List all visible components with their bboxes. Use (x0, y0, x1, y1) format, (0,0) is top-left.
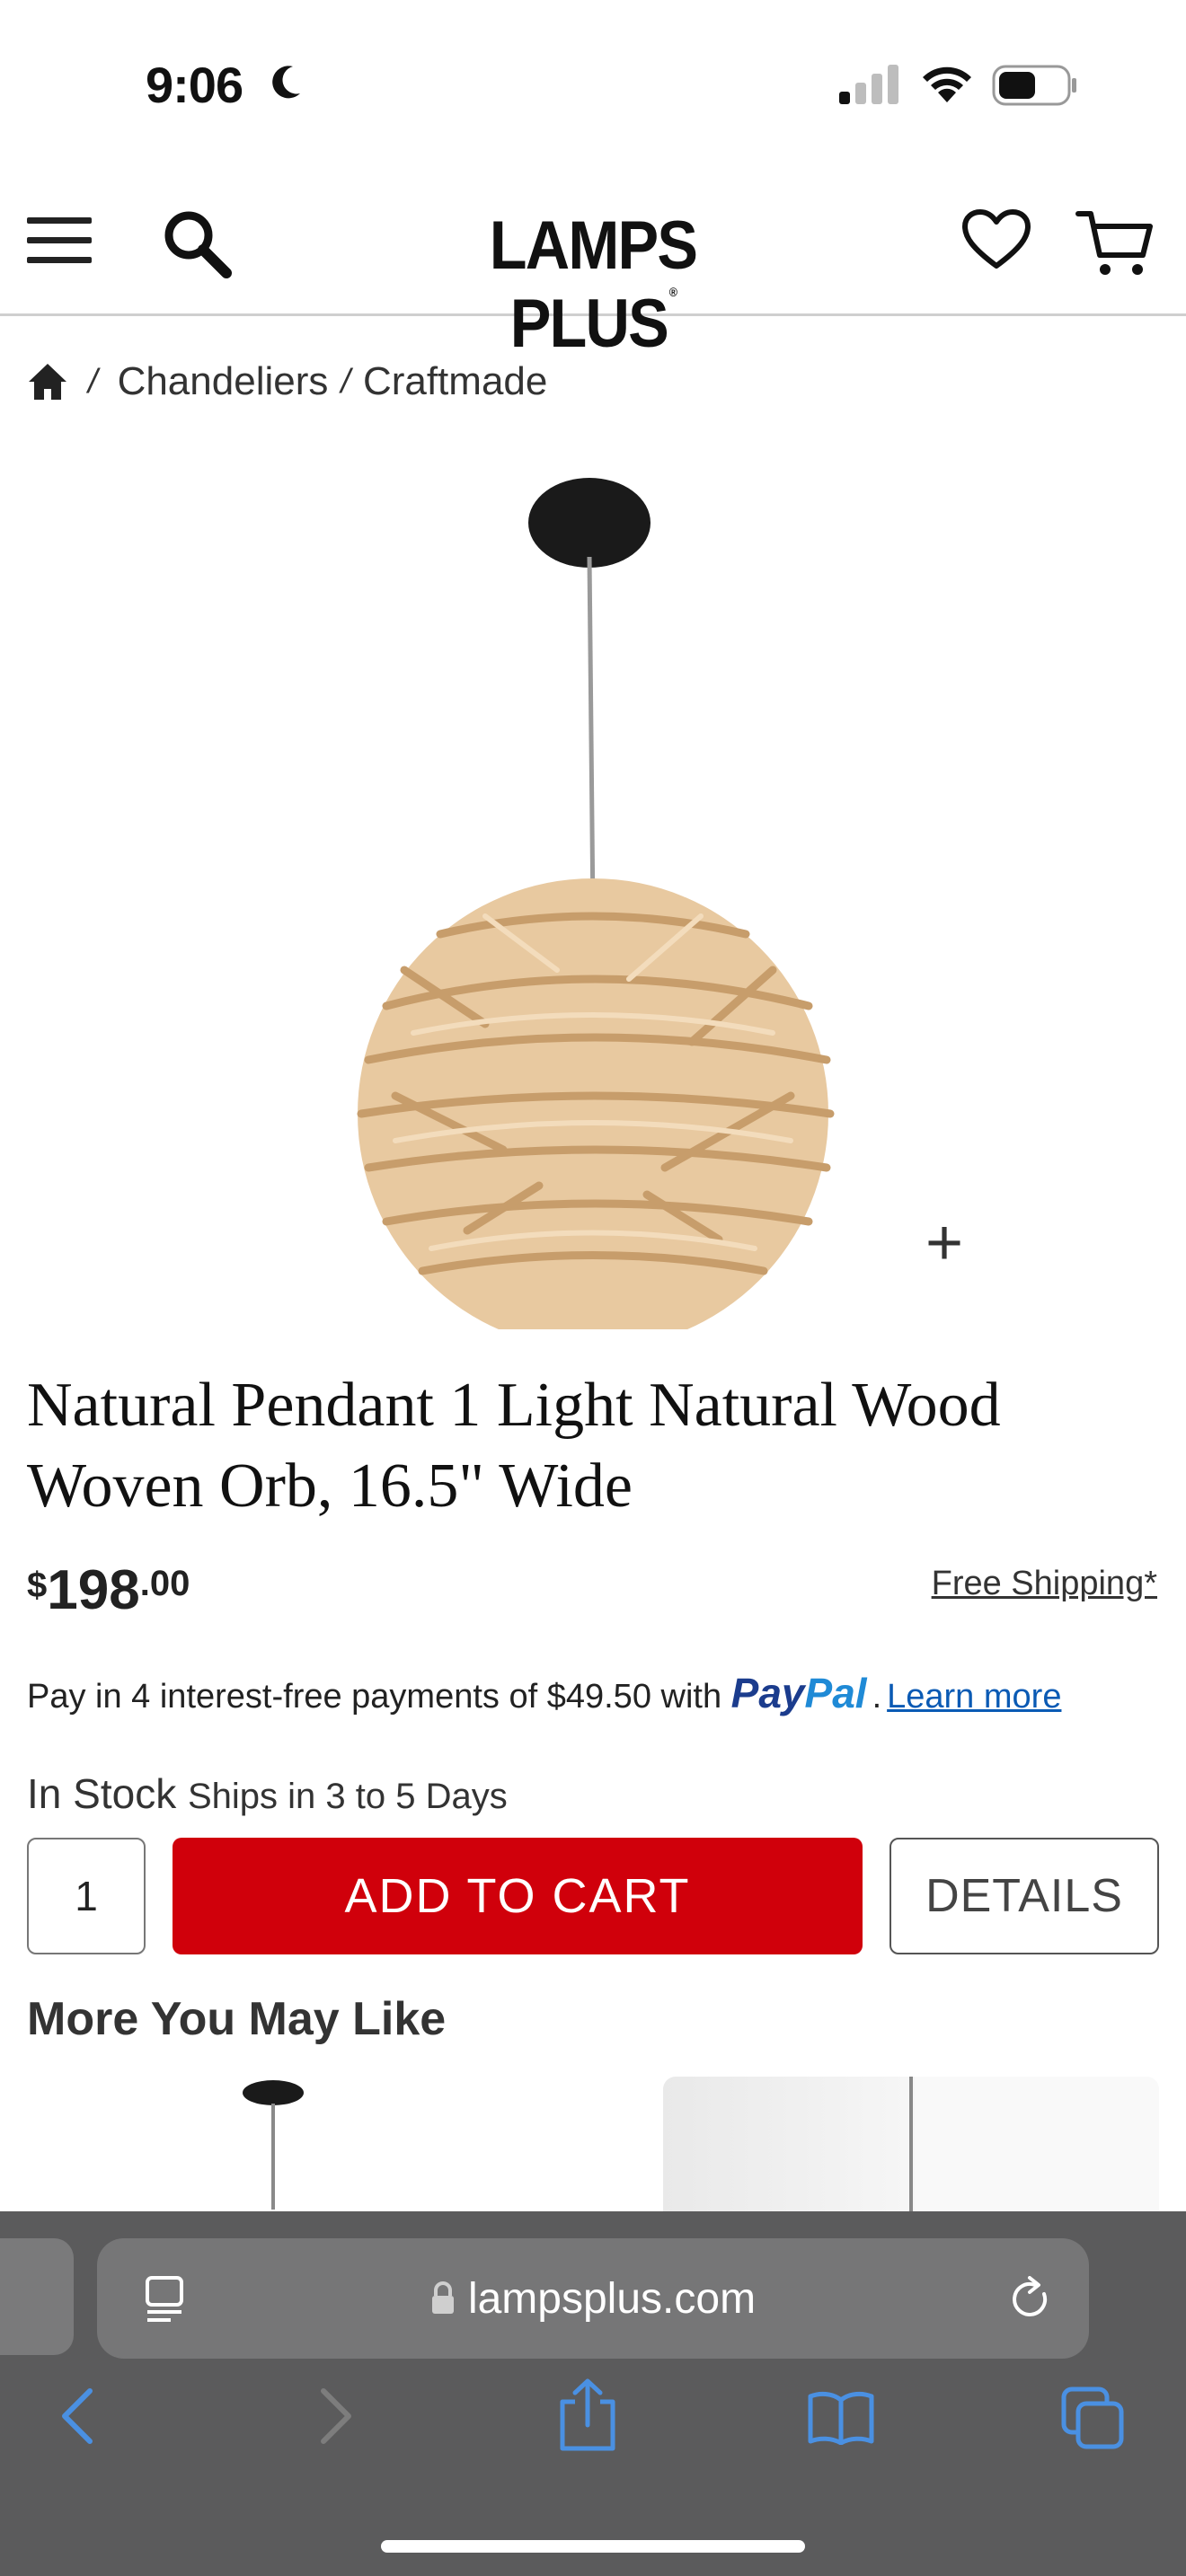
recommendation-image-2[interactable] (663, 2077, 1159, 2211)
search-icon[interactable] (162, 208, 232, 278)
previous-tab-preview[interactable] (0, 2238, 74, 2355)
reload-icon[interactable] (1008, 2276, 1053, 2323)
price-currency: $ (27, 1566, 48, 1605)
details-button[interactable]: DETAILS (890, 1838, 1159, 1954)
status-time: 9:06 (146, 57, 243, 113)
paypal-period: . (872, 1678, 882, 1716)
recommendations-heading: More You May Like (27, 1993, 447, 2045)
breadcrumb-item-craftmade[interactable]: Craftmade (363, 359, 547, 404)
free-shipping-link[interactable]: Free Shipping* (932, 1565, 1157, 1603)
battery-icon (992, 65, 1076, 106)
paypal-logo-pay: Pay (730, 1670, 805, 1716)
address-bar[interactable]: lampsplus.com (97, 2238, 1089, 2359)
logo-registered-mark: ® (668, 285, 677, 299)
share-icon[interactable] (557, 2378, 618, 2452)
zoom-plus-icon[interactable]: + (925, 1211, 963, 1275)
logo-text: LAMPS PLUS (489, 207, 698, 362)
breadcrumb-item-chandeliers[interactable]: Chandeliers (118, 359, 329, 404)
tabs-icon[interactable] (1060, 2386, 1125, 2450)
cellular-signal-icon (839, 65, 898, 104)
recommendation-background (915, 2077, 1159, 2211)
recommendation-image-1[interactable] (216, 2075, 332, 2210)
back-icon[interactable] (58, 2387, 97, 2445)
product-title: Natural Pendant 1 Light Natural Wood Wov… (27, 1371, 1001, 1521)
browser-toolbar: lampsplus.com (0, 2211, 1186, 2576)
price-dollars: 198 (47, 1559, 140, 1621)
site-header: LAMPS PLUS ® (0, 171, 1186, 362)
add-to-cart-button[interactable]: ADD TO CART (173, 1838, 863, 1954)
status-bar: 9:06 (0, 0, 1186, 171)
quantity-input[interactable]: 1 (27, 1838, 146, 1954)
url-text: lampsplus.com (467, 2274, 757, 2323)
heart-icon[interactable] (961, 208, 1031, 271)
paypal-logo: PayPal (731, 1670, 867, 1716)
product-price: $198.00 (27, 1558, 190, 1622)
breadcrumb-separator: / (341, 362, 350, 401)
breadcrumb-separator: / (88, 362, 98, 401)
paypal-installments: Pay in 4 interest-free payments of $49.5… (27, 1669, 1161, 1717)
paypal-text: Pay in 4 interest-free payments of $49.5… (27, 1678, 722, 1716)
price-cents: .00 (139, 1564, 190, 1603)
home-indicator[interactable] (381, 2540, 805, 2553)
moon-icon (272, 66, 300, 99)
ship-time: Ships in 3 to 5 Days (187, 1777, 508, 1816)
menu-icon[interactable] (27, 216, 92, 266)
lock-icon (431, 2281, 454, 2314)
stock-status: In Stock Ships in 3 to 5 Days (27, 1769, 508, 1818)
cart-icon[interactable] (1075, 208, 1154, 280)
paypal-logo-pal: Pal (804, 1670, 867, 1716)
product-image[interactable]: . (305, 467, 881, 1329)
home-icon[interactable] (27, 362, 68, 401)
lamps-plus-logo[interactable]: LAMPS PLUS ® (415, 207, 771, 363)
in-stock-label: In Stock (27, 1770, 177, 1817)
paypal-learn-more-link[interactable]: Learn more (887, 1678, 1061, 1716)
recommendation-cord (909, 2077, 913, 2211)
wifi-icon (923, 66, 971, 102)
breadcrumb: / Chandeliers / Craftmade (27, 355, 547, 409)
forward-icon[interactable] (316, 2387, 356, 2445)
page-format-icon[interactable] (144, 2276, 185, 2323)
bookmarks-icon[interactable] (807, 2391, 875, 2445)
